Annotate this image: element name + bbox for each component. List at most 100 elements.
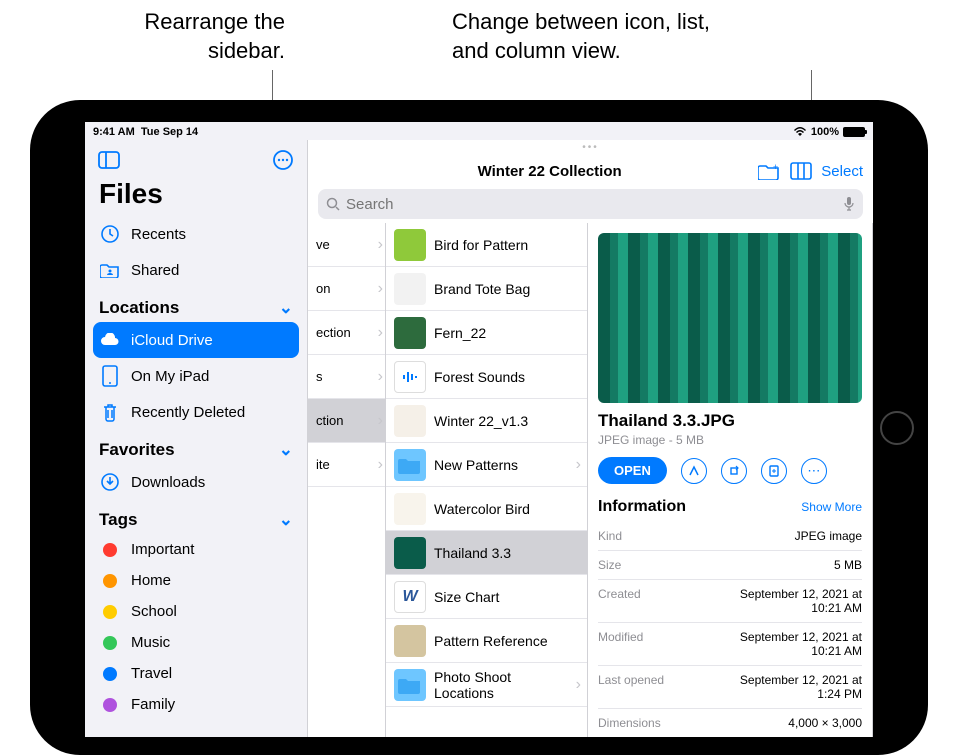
info-value: JPEG image [795,529,862,543]
folder-row[interactable]: ction › [308,399,385,443]
file-label: New Patterns [434,457,518,473]
image-thumbnail [394,625,426,657]
folder-shared-icon [99,259,121,281]
view-mode-button[interactable] [789,159,813,183]
file-row[interactable]: Winter 22_v1.3 [386,399,587,443]
chevron-down-icon: ⌄ [279,510,293,530]
sidebar-item-label: Family [131,696,175,713]
sidebar-item-label: Travel [131,665,172,682]
section-locations[interactable]: Locations ⌄ [85,288,307,322]
file-row[interactable]: Pattern Reference [386,619,587,663]
info-key: Dimensions [598,716,661,730]
chevron-right-icon: › [378,456,383,474]
file-row[interactable]: New Patterns› [386,443,587,487]
sidebar-item-label: iCloud Drive [131,332,213,349]
folder-icon [394,669,426,701]
image-thumbnail [394,229,426,261]
more-icon[interactable]: ⋯ [801,458,827,484]
sidebar-item-on-my-ipad[interactable]: On My iPad [85,358,307,394]
folder-row[interactable]: ection› [308,311,385,355]
file-row[interactable]: Fern_22 [386,311,587,355]
preview-filename: Thailand 3.3.JPG [598,411,862,431]
sidebar-item-music[interactable]: Music [85,627,307,658]
clock-icon [99,223,121,245]
preview-subtitle: JPEG image - 5 MB [598,433,862,447]
sidebar-item-label: School [131,603,177,620]
mic-icon[interactable] [843,196,855,212]
file-row[interactable]: Brand Tote Bag [386,267,587,311]
pdf-icon[interactable] [761,458,787,484]
section-favorites[interactable]: Favorites ⌄ [85,430,307,464]
file-row[interactable]: Forest Sounds [386,355,587,399]
info-row: Dimensions4,000 × 3,000 [598,709,862,737]
image-thumbnail [394,493,426,525]
sidebar-item-label: Downloads [131,474,205,491]
file-row[interactable]: Bird for Pattern [386,223,587,267]
sidebar-item-recently-deleted[interactable]: Recently Deleted [85,394,307,430]
section-tags[interactable]: Tags ⌄ [85,500,307,534]
new-folder-button[interactable]: + [757,159,781,183]
folder-label: ction [316,413,343,428]
sidebar-item-travel[interactable]: Travel [85,658,307,689]
preview-pane: Thailand 3.3.JPG JPEG image - 5 MB OPEN … [588,223,873,737]
tag-dot-icon [103,605,117,619]
sidebar-item-recents[interactable]: Recents [85,216,307,252]
status-time: 9:41 AM [93,126,135,138]
folder-row[interactable]: ite› [308,443,385,487]
select-button[interactable]: Select [821,163,863,180]
sidebar-item-home[interactable]: Home [85,565,307,596]
sidebar: Files RecentsShared Locations ⌄ iCloud D… [85,140,307,737]
show-more-button[interactable]: Show More [801,500,862,514]
folder-row[interactable]: on› [308,267,385,311]
sidebar-item-label: Recently Deleted [131,404,245,421]
file-row[interactable]: Thailand 3.3 [386,531,587,575]
sidebar-item-downloads[interactable]: Downloads [85,464,307,500]
chevron-right-icon: › [378,412,383,430]
file-row[interactable]: Watercolor Bird [386,487,587,531]
sidebar-item-family[interactable]: Family [85,689,307,720]
file-label: Pattern Reference [434,633,548,649]
sidebar-item-label: On My iPad [131,368,209,385]
audio-icon [394,361,426,393]
sidebar-item-shared[interactable]: Shared [85,252,307,288]
folder-label: on [316,281,330,296]
info-value: September 12, 2021 at 1:24 PM [722,673,862,701]
file-row[interactable]: Photo Shoot Locations› [386,663,587,707]
markup-icon[interactable] [681,458,707,484]
rotate-icon[interactable] [721,458,747,484]
wifi-icon [793,127,807,137]
file-label: Size Chart [434,589,499,605]
info-row: Size5 MB [598,551,862,580]
more-options-button[interactable] [271,148,295,172]
sidebar-item-icloud-drive[interactable]: iCloud Drive [93,322,299,358]
file-row[interactable]: WSize Chart [386,575,587,619]
file-label: Photo Shoot Locations [434,669,568,701]
folder-label: s [316,369,323,384]
search-input[interactable] [346,196,837,213]
callout-rearrange: Rearrange the sidebar. [100,8,285,65]
toggle-sidebar-button[interactable] [97,148,121,172]
file-label: Brand Tote Bag [434,281,530,297]
info-row: ModifiedSeptember 12, 2021 at 10:21 AM [598,623,862,666]
svg-text:+: + [773,162,778,172]
info-row: Last openedSeptember 12, 2021 at 1:24 PM [598,666,862,709]
search-bar[interactable] [318,189,863,219]
trash-icon [99,401,121,423]
drag-indicator-icon: ••• [308,140,873,153]
ipad-icon [99,365,121,387]
folder-row[interactable]: s› [308,355,385,399]
sidebar-item-school[interactable]: School [85,596,307,627]
file-label: Watercolor Bird [434,501,530,517]
tag-dot-icon [103,543,117,557]
status-bar: 9:41 AM Tue Sep 14 100% [85,122,873,140]
file-label: Winter 22_v1.3 [434,413,528,429]
folder-label: ve [316,237,330,252]
sidebar-item-label: Important [131,541,194,558]
preview-image [598,233,862,403]
browser-title: Winter 22 Collection [350,163,749,180]
sidebar-item-important[interactable]: Important [85,534,307,565]
open-button[interactable]: OPEN [598,457,667,484]
info-heading: Information [598,498,686,516]
folder-row[interactable]: ve› [308,223,385,267]
home-button[interactable] [880,411,914,445]
